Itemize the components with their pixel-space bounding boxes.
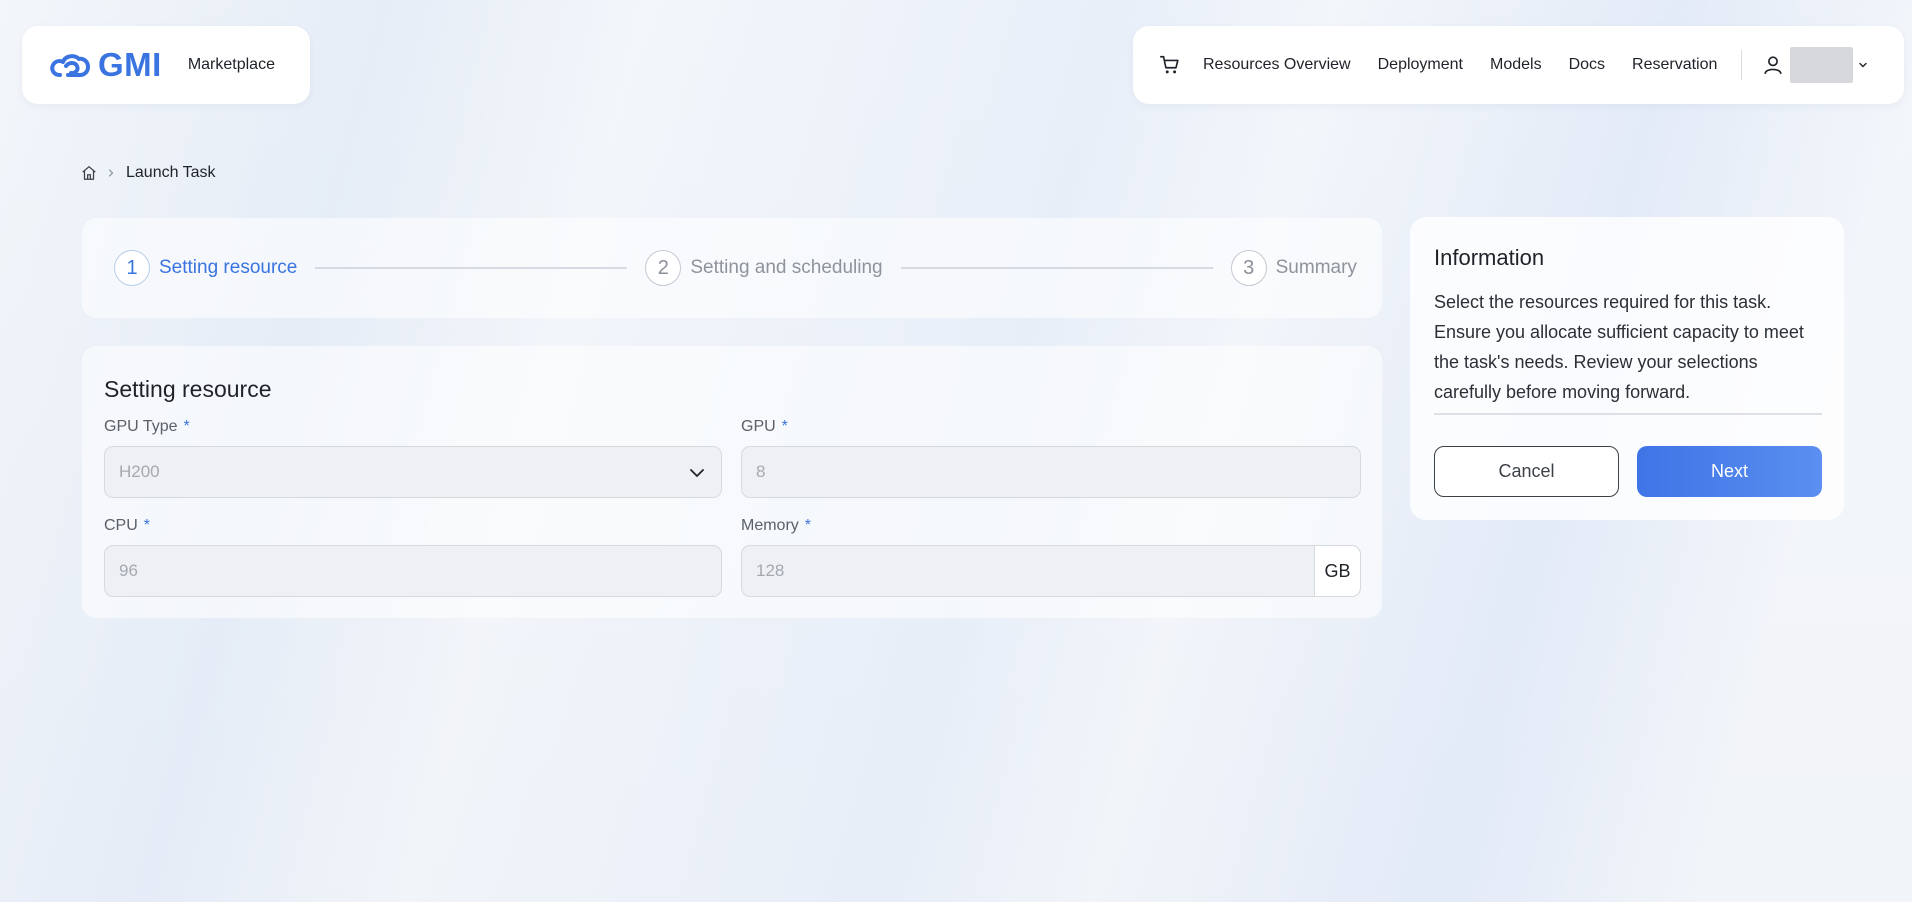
required-mark: * xyxy=(781,418,788,435)
home-icon[interactable] xyxy=(80,164,98,182)
memory-label: Memory * xyxy=(741,517,811,535)
step-label: Setting resource xyxy=(159,257,298,278)
marketplace-label[interactable]: Marketplace xyxy=(188,56,275,74)
nav-reservation[interactable]: Reservation xyxy=(1632,56,1717,74)
step-number: 2 xyxy=(645,250,682,286)
nav-deployment[interactable]: Deployment xyxy=(1378,56,1463,74)
cpu-input[interactable]: 96 xyxy=(104,545,722,597)
chevron-down-icon[interactable] xyxy=(1857,59,1869,71)
nav-resources-overview[interactable]: Resources Overview xyxy=(1203,56,1351,74)
gpu-type-value: H200 xyxy=(119,462,160,481)
memory-unit: GB xyxy=(1314,546,1360,596)
gpu-label: GPU * xyxy=(741,418,788,436)
info-title: Information xyxy=(1434,245,1545,270)
cloud-logo-icon xyxy=(50,54,90,77)
memory-value: 128 xyxy=(756,561,785,580)
gpu-input[interactable]: 8 xyxy=(741,446,1361,498)
gpu-type-select[interactable]: H200 xyxy=(104,446,722,498)
step-2[interactable]: 2 Setting and scheduling xyxy=(645,250,883,286)
step-connector xyxy=(315,267,628,269)
required-mark: * xyxy=(804,517,812,534)
avatar[interactable] xyxy=(1790,47,1854,83)
information-panel: Information Select the resources require… xyxy=(1410,217,1844,520)
memory-input[interactable]: 128 GB xyxy=(741,545,1361,597)
nav-divider xyxy=(1741,50,1743,80)
nav-docs[interactable]: Docs xyxy=(1569,56,1605,74)
chevron-right-icon xyxy=(108,169,114,177)
required-mark: * xyxy=(183,418,190,435)
step-1[interactable]: 1 Setting resource xyxy=(114,250,297,286)
step-label: Summary xyxy=(1275,257,1357,278)
step-3[interactable]: 3 Summary xyxy=(1230,250,1357,286)
chevron-down-icon xyxy=(690,469,704,477)
step-number: 1 xyxy=(114,250,150,286)
required-mark: * xyxy=(143,517,151,534)
info-text: Select the resources required for this t… xyxy=(1434,292,1804,402)
nav-models[interactable]: Models xyxy=(1490,56,1542,74)
logo-text: GMI xyxy=(98,46,162,83)
step-number: 3 xyxy=(1230,250,1267,286)
memory-label-text: Memory xyxy=(741,517,799,534)
breadcrumb-current: Launch Task xyxy=(126,164,216,181)
next-button[interactable]: Next xyxy=(1637,446,1822,497)
info-divider xyxy=(1434,413,1822,415)
steps-card: 1 Setting resource 2 Setting and schedul… xyxy=(82,218,1382,318)
breadcrumb: Launch Task xyxy=(80,164,216,182)
gpu-value: 8 xyxy=(756,462,766,481)
step-label: Setting and scheduling xyxy=(690,257,883,278)
gpu-type-label-text: GPU Type xyxy=(104,418,178,435)
gpu-label-text: GPU xyxy=(741,418,776,435)
cart-icon[interactable] xyxy=(1159,54,1181,76)
form-title: Setting resource xyxy=(104,376,272,402)
user-icon[interactable] xyxy=(1762,54,1784,76)
gpu-type-label: GPU Type * xyxy=(104,418,190,436)
brand-card: GMI Marketplace xyxy=(22,26,310,104)
top-nav: Resources Overview Deployment Models Doc… xyxy=(1133,26,1904,104)
cancel-button[interactable]: Cancel xyxy=(1434,446,1619,497)
cpu-value: 96 xyxy=(119,561,138,580)
resource-form: Setting resource GPU Type * H200 GPU * 8 C… xyxy=(82,346,1382,618)
cpu-label: CPU * xyxy=(104,517,150,535)
cpu-label-text: CPU xyxy=(104,517,138,534)
gmi-logo[interactable]: GMI xyxy=(48,46,162,84)
step-connector xyxy=(900,267,1213,269)
